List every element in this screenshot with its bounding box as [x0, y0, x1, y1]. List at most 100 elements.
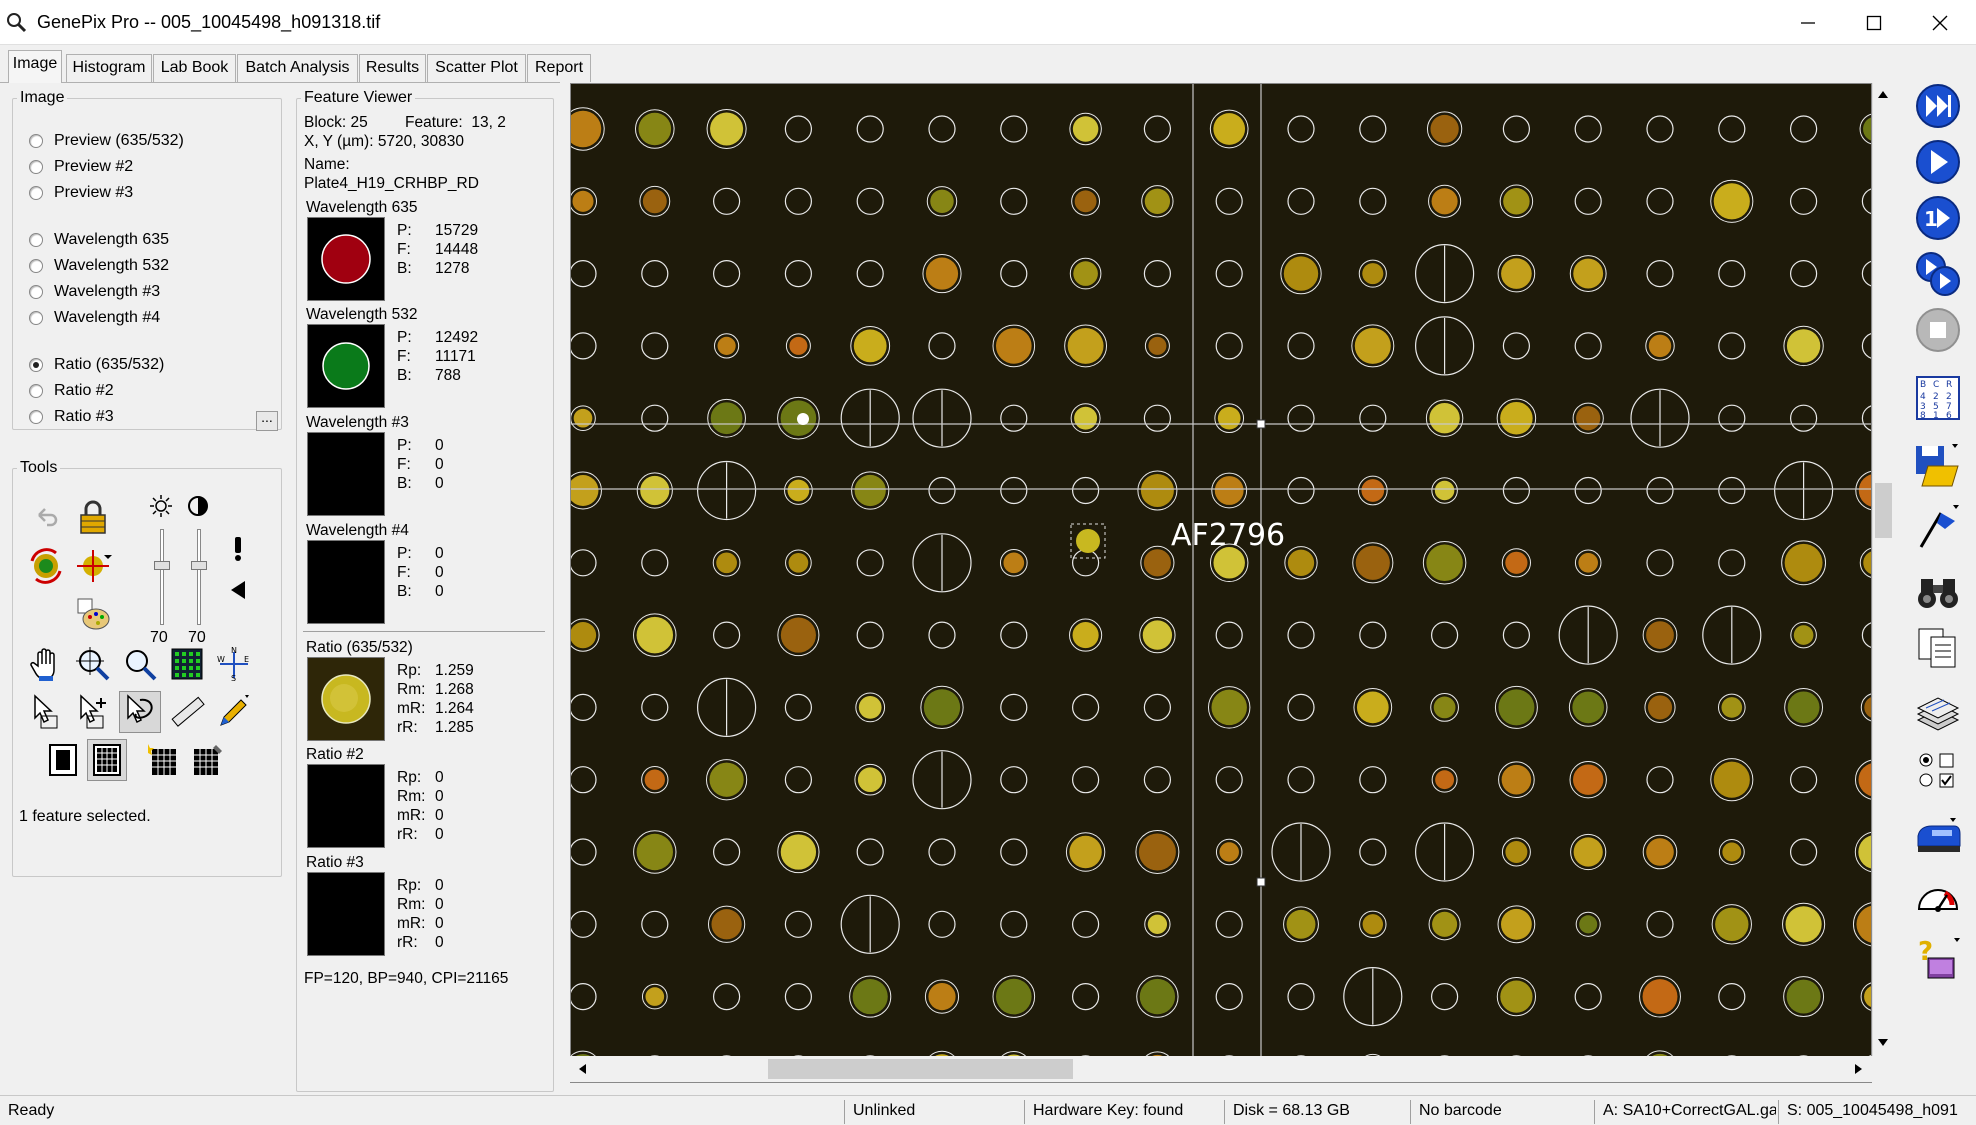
select-button[interactable] — [25, 691, 67, 733]
radio-button[interactable] — [29, 160, 43, 174]
radio-button[interactable] — [29, 259, 43, 273]
radio-button[interactable] — [29, 384, 43, 398]
stop-button[interactable] — [1913, 305, 1963, 355]
radio-button[interactable] — [29, 233, 43, 247]
left-panel: Image Preview (635/532) Preview #2 Previ… — [0, 82, 560, 1092]
radio-button[interactable] — [29, 311, 43, 325]
feature-mode-button[interactable] — [87, 739, 127, 781]
undo-button[interactable] — [25, 497, 67, 539]
find-button[interactable] — [1913, 567, 1963, 617]
pan-hand-button[interactable] — [25, 643, 67, 685]
help-button[interactable]: ? — [1913, 933, 1963, 983]
radio-ratio-2[interactable]: Ratio #2 — [29, 380, 114, 402]
radio-wavelength-3[interactable]: Wavelength #3 — [29, 281, 160, 303]
tab-batch-analysis[interactable]: Batch Analysis — [237, 54, 358, 82]
acquire-all-button[interactable] — [1913, 81, 1963, 131]
block-mode-button[interactable] — [43, 739, 83, 781]
collapse-button[interactable] — [218, 573, 258, 607]
grid-handle[interactable] — [1256, 877, 1266, 887]
minimize-button[interactable] — [1775, 0, 1841, 45]
layers-button[interactable] — [1913, 689, 1963, 739]
array-spot — [1499, 184, 1534, 219]
draw-button[interactable] — [213, 691, 255, 733]
save-open-button[interactable] — [1913, 441, 1963, 491]
array-spot — [1572, 402, 1604, 434]
new-block-button[interactable] — [143, 739, 183, 781]
play-once-icon: 1 — [1916, 196, 1960, 240]
brightness-icon — [150, 495, 172, 517]
copy-button[interactable] — [1913, 623, 1963, 673]
palette-button[interactable] — [72, 593, 114, 635]
radio-button[interactable] — [29, 285, 43, 299]
radio-wavelength-4[interactable]: Wavelength #4 — [29, 307, 160, 329]
add-feature-button[interactable] — [72, 691, 114, 733]
zoom-button[interactable] — [119, 643, 161, 685]
scroll-left-arrow-icon[interactable] — [576, 1062, 588, 1081]
maximize-button[interactable] — [1841, 0, 1907, 45]
tab-scatter-plot[interactable]: Scatter Plot — [427, 54, 526, 82]
radio-button-selected[interactable] — [29, 358, 43, 372]
grid-handle[interactable] — [1256, 419, 1266, 429]
brightness-slider[interactable] — [154, 529, 170, 625]
ratio-2-thumbnail — [307, 764, 385, 848]
selected-feature-spot[interactable] — [1076, 529, 1100, 553]
radio-ratio-635-532[interactable]: Ratio (635/532) — [29, 354, 164, 376]
radio-wavelength-635[interactable]: Wavelength 635 — [29, 229, 169, 251]
radio-ratio-3[interactable]: Ratio #3 — [29, 406, 114, 428]
radio-button[interactable] — [29, 186, 43, 200]
lasso-select-button[interactable] — [119, 691, 161, 733]
scroll-down-arrow-icon[interactable] — [1876, 1036, 1890, 1054]
edit-block-button[interactable] — [187, 739, 227, 781]
gauge-button[interactable] — [1913, 873, 1963, 923]
tab-histogram[interactable]: Histogram — [66, 54, 152, 82]
find-features-button[interactable] — [72, 545, 114, 587]
radio-preview-3[interactable]: Preview #3 — [29, 182, 133, 204]
single-block-icon — [49, 744, 77, 776]
compass-button[interactable]: NE W S — [213, 643, 255, 685]
contrast-slider[interactable] — [191, 529, 207, 625]
close-button[interactable] — [1907, 0, 1973, 45]
zoom-to-fit-button[interactable] — [72, 643, 114, 685]
svg-text:R: R — [1946, 380, 1952, 390]
radio-preview-635-532[interactable]: Preview (635/532) — [29, 130, 184, 152]
tab-lab-book[interactable]: Lab Book — [153, 54, 236, 82]
batch-scan-button[interactable] — [1913, 249, 1963, 299]
vertical-scrollbar[interactable] — [1872, 83, 1893, 1056]
barcode-button[interactable]: BCR422357816 — [1913, 373, 1963, 423]
ratio-635-532-stats: Rp: 1.259 Rm: 1.268 mR: 1.264 rR: 1.285 — [397, 662, 474, 736]
more-options-button[interactable]: ... — [256, 410, 278, 431]
ruler-button[interactable] — [166, 691, 208, 733]
contrast-icon — [188, 496, 208, 516]
radio-button[interactable] — [29, 410, 43, 424]
scanner-button[interactable] — [1913, 813, 1963, 863]
scroll-up-arrow-icon[interactable] — [1876, 87, 1890, 105]
feature-name: Plate4_H19_CRHBP_RD — [304, 175, 479, 192]
tab-results[interactable]: Results — [359, 54, 426, 82]
rotate-handle[interactable] — [797, 413, 809, 425]
alert-button[interactable] — [218, 531, 258, 567]
single-scan-button[interactable]: 1 — [1913, 193, 1963, 243]
microarray-image-view[interactable]: AF2796 — [570, 83, 1872, 1083]
svg-text:N: N — [231, 646, 237, 655]
radio-wavelength-532[interactable]: Wavelength 532 — [29, 255, 169, 277]
rotate-grid-button[interactable] — [25, 545, 67, 587]
vertical-scroll-thumb[interactable] — [1875, 483, 1892, 538]
radio-label: Wavelength #4 — [54, 309, 161, 326]
radio-preview-2[interactable]: Preview #2 — [29, 156, 133, 178]
scroll-right-arrow-icon[interactable] — [1853, 1062, 1865, 1081]
horizontal-scroll-thumb[interactable] — [768, 1059, 1073, 1079]
flag-button[interactable] — [1913, 501, 1963, 551]
scan-button[interactable] — [1913, 137, 1963, 187]
tab-report[interactable]: Report — [527, 54, 591, 82]
microarray-canvas[interactable] — [571, 84, 1872, 1083]
wavelength-532-thumbnail — [307, 324, 385, 408]
options-toggle-button[interactable] — [1913, 747, 1963, 797]
lock-button[interactable] — [72, 497, 114, 539]
horizontal-scrollbar[interactable] — [570, 1056, 1872, 1082]
tab-image[interactable]: Image — [8, 50, 62, 83]
grid-view-button[interactable] — [166, 643, 208, 685]
contrast-slider-thumb[interactable] — [191, 561, 207, 570]
brightness-slider-thumb[interactable] — [154, 561, 170, 570]
array-spot — [999, 548, 1028, 577]
radio-button[interactable] — [29, 134, 43, 148]
